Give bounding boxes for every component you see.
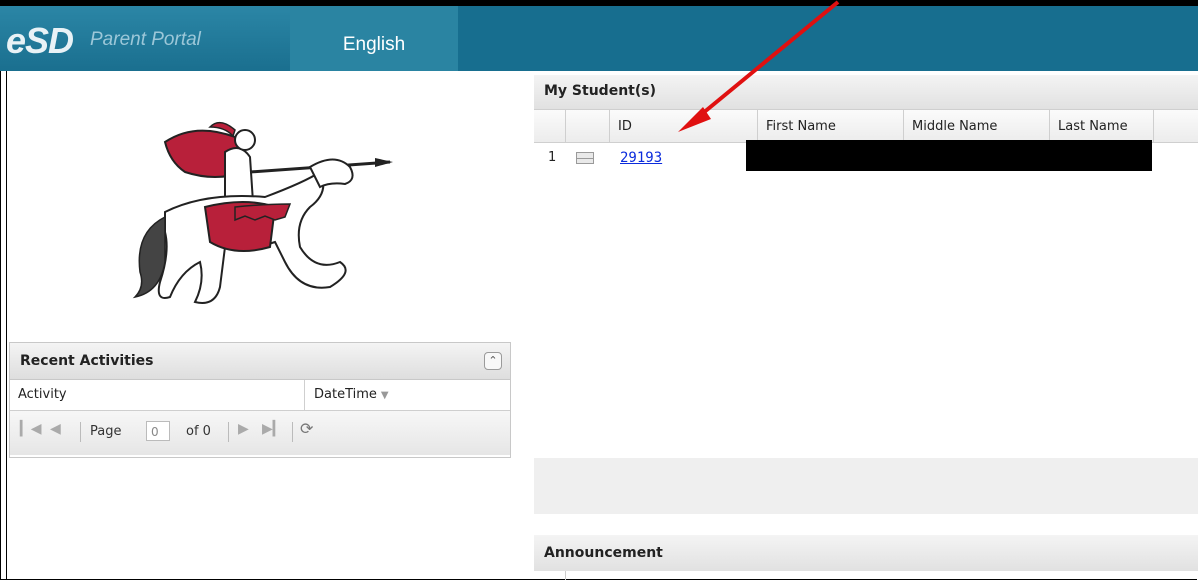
announcement-title: Announcement [544,545,663,561]
column-message [566,110,610,142]
column-last-name[interactable]: Last Name [1050,110,1154,142]
sort-desc-icon: ▼ [380,390,389,401]
student-id-link[interactable]: 29193 [620,150,662,166]
prev-page-icon[interactable]: ◀ [50,421,61,437]
logo-esd-text: eSD [6,20,74,61]
portal-logo[interactable]: eSD Parent Portal [0,6,290,71]
recent-activities-header: Recent Activities ⌃ [10,343,510,380]
column-datetime[interactable]: DateTime ▼ [306,380,486,410]
announcement-divider [565,571,566,580]
my-students-header: My Student(s) [534,75,1198,110]
logo-portal-text: Parent Portal [90,29,201,50]
pager-divider [80,422,81,442]
page-total-label: of 0 [186,424,211,439]
activities-column-header: Activity DateTime ▼ [10,380,510,411]
column-middle-name[interactable]: Middle Name [904,110,1050,142]
language-button[interactable]: English [290,6,458,71]
left-divider [6,71,7,580]
collapse-icon[interactable]: ⌃ [484,352,502,370]
activities-pager: ▎◀ ◀ Page 0 of 0 ▶ ▶▎ ⟳ [10,411,510,455]
page-number-input[interactable]: 0 [146,421,170,441]
last-page-icon[interactable]: ▶▎ [262,421,284,437]
column-id[interactable]: ID [610,110,758,142]
pager-divider [228,422,229,442]
school-mascot-image [132,121,393,304]
announcement-header: Announcement [534,535,1198,571]
my-students-title: My Student(s) [544,83,656,99]
first-page-icon[interactable]: ▎◀ [20,421,42,437]
recent-activities-panel: Recent Activities ⌃ Activity DateTime ▼ ▎… [9,342,511,458]
students-footer-band [534,458,1198,514]
pager-divider [292,422,293,442]
column-row-number [534,110,566,142]
column-activity[interactable]: Activity [10,380,305,410]
table-row[interactable]: 1 29193 [534,140,1198,173]
column-first-name[interactable]: First Name [758,110,904,142]
refresh-icon[interactable]: ⟳ [300,419,313,438]
page-label: Page [90,424,122,439]
column-datetime-label: DateTime [314,387,377,402]
row-number: 1 [548,150,557,165]
next-page-icon[interactable]: ▶ [238,421,249,437]
mail-icon[interactable] [576,152,594,164]
redacted-name-block [746,140,1152,171]
students-grid-header: ID First Name Middle Name Last Name [534,110,1198,143]
recent-activities-title: Recent Activities [20,353,154,369]
